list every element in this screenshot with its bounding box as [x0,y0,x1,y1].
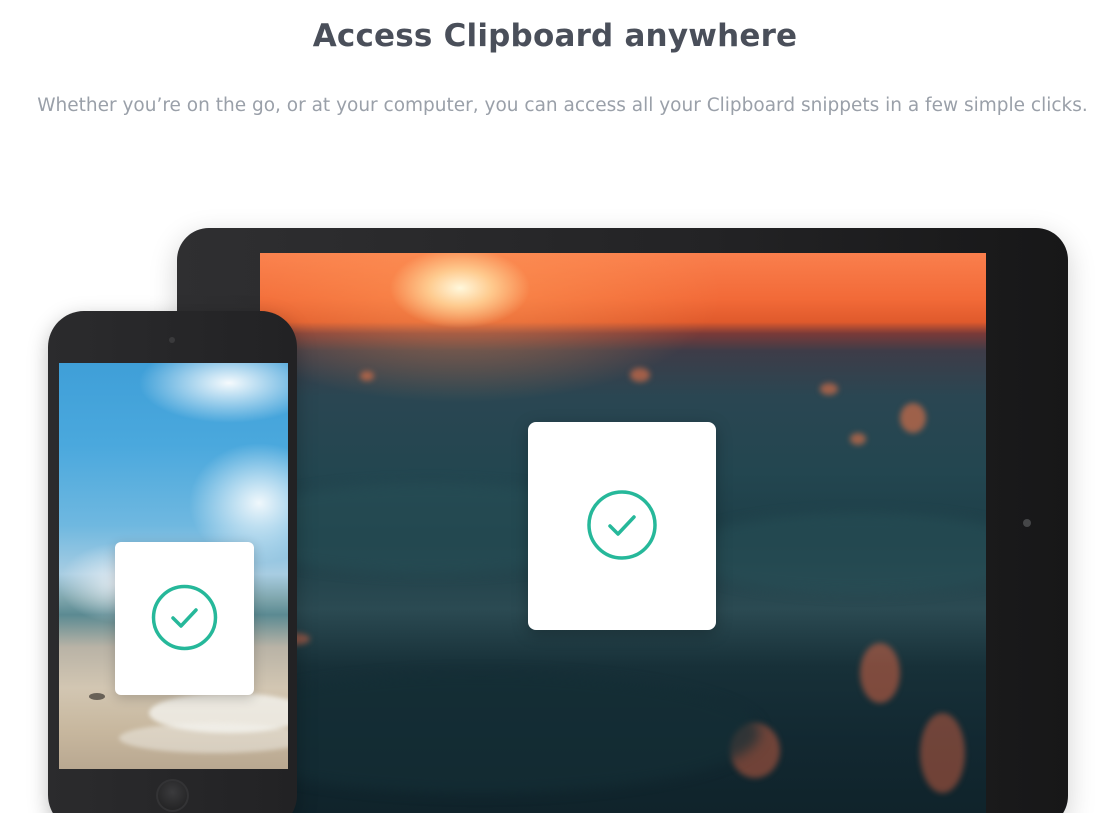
tablet-camera [1023,519,1031,527]
tablet-device [177,228,1068,813]
bokeh-light [860,643,900,703]
bokeh-light [850,433,866,445]
bokeh-light [900,403,926,433]
access-anywhere-section: Access Clipboard anywhere Whether you’re… [0,0,1110,813]
tablet-screen [260,253,986,813]
checkmark-circle-icon [587,490,657,560]
checkmark-circle-icon [151,584,218,651]
wave-shape [260,673,760,793]
bokeh-light [360,371,374,381]
sea-foam [119,723,288,753]
phone-success-card [115,542,254,695]
phone-camera [169,337,175,343]
beach-rock [89,693,105,700]
phone-screen [59,363,288,769]
bokeh-light [920,713,965,793]
phone-device [48,311,297,813]
section-title: Access Clipboard anywhere [312,18,798,54]
home-button [156,779,189,812]
bokeh-light [630,368,650,382]
bokeh-light [820,383,838,395]
section-description: Whether you’re on the go, or at your com… [37,95,1088,116]
wave-shape [680,513,986,593]
tablet-success-card [528,422,716,630]
